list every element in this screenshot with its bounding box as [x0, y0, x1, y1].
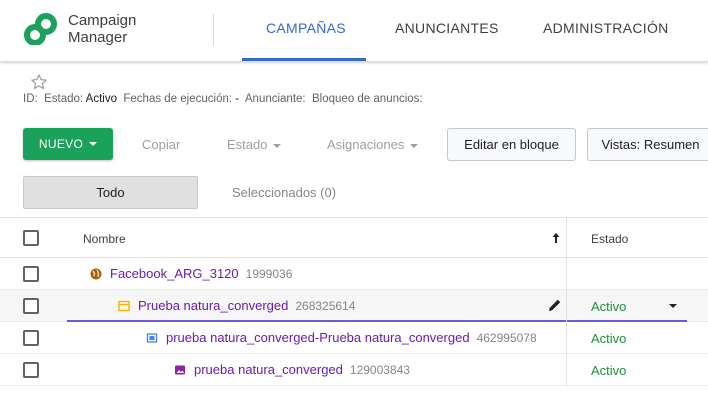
filter-seleccionados-button[interactable]: Seleccionados (0) [232, 185, 336, 200]
row-id: 462995078 [476, 330, 537, 345]
brand-line-2: Manager [68, 29, 128, 46]
row-name[interactable]: Prueba natura_converged [138, 298, 288, 313]
bloqueo-label: Bloqueo de anuncios: [312, 93, 423, 105]
edit-pencil-icon[interactable] [547, 297, 563, 313]
row-checkbox[interactable] [23, 330, 39, 346]
table-row[interactable]: prueba natura_converged 129003843 Activo [0, 354, 708, 386]
nuevo-label: NUEVO [38, 137, 84, 151]
row-checkbox[interactable] [23, 362, 39, 378]
table-row[interactable]: Facebook_ARG_3120 1999036 [0, 258, 708, 290]
asignaciones-menu-button[interactable]: Asignaciones [327, 137, 419, 152]
campaign-table: Nombre Estado Facebook_ARG_3120 1999036 … [0, 217, 708, 387]
editar-en-bloque-button[interactable]: Editar en bloque [447, 128, 576, 161]
campaign-info-bar: ID: Estado: Activo Fechas de ejecución: … [23, 93, 423, 105]
header-divider [213, 14, 214, 46]
vistas-button[interactable]: Vistas: Resumen [587, 128, 708, 161]
star-icon[interactable] [29, 72, 49, 92]
row-name[interactable]: prueba natura_converged-Prueba natura_co… [166, 330, 470, 345]
asignaciones-menu-label: Asignaciones [327, 137, 405, 152]
image-creative-icon [173, 363, 187, 377]
row-name-cell[interactable]: prueba natura_converged 129003843 [173, 362, 410, 377]
column-divider [566, 217, 567, 387]
estado-menu-label: Estado [227, 137, 268, 152]
campaign-folder-icon [117, 299, 131, 313]
estado-value: Activo [85, 93, 117, 105]
fechas-value: - [235, 93, 240, 105]
row-status: Activo [591, 363, 627, 378]
row-id: 1999036 [245, 266, 293, 281]
tab-administracion[interactable]: ADMINISTRACIÓN [543, 20, 669, 36]
row-status: Activo [591, 331, 627, 346]
table-row[interactable]: Prueba natura_converged 268325614 Activo [0, 290, 708, 322]
row-checkbox[interactable] [23, 298, 39, 314]
estado-label: Estado: [44, 93, 84, 105]
app-header: Campaign Manager CAMPAÑAS ANUNCIANTES AD… [0, 0, 708, 62]
row-name[interactable]: Facebook_ARG_3120 [110, 266, 239, 281]
chevron-down-icon [410, 143, 419, 148]
table-row[interactable]: prueba natura_converged-Prueba natura_co… [0, 322, 708, 354]
nuevo-button[interactable]: NUEVO [23, 128, 113, 160]
placement-icon [145, 331, 159, 345]
filter-todo-button[interactable]: Todo [23, 176, 198, 209]
estado-menu-button[interactable]: Estado [227, 137, 282, 152]
copiar-button[interactable]: Copiar [142, 137, 180, 152]
tab-campanas[interactable]: CAMPAÑAS [266, 20, 346, 36]
sort-ascending-icon[interactable] [551, 232, 561, 244]
row-checkbox[interactable] [23, 266, 39, 282]
globe-icon [89, 267, 103, 281]
row-name-cell[interactable]: Prueba natura_converged 268325614 [117, 298, 355, 313]
tab-anunciantes[interactable]: ANUNCIANTES [395, 20, 499, 36]
select-all-checkbox[interactable] [23, 230, 39, 246]
active-tab-indicator [242, 58, 366, 61]
id-label: ID: [23, 93, 38, 105]
chevron-down-icon [89, 142, 98, 146]
row-name-cell[interactable]: Facebook_ARG_3120 1999036 [89, 266, 292, 281]
table-header: Nombre Estado [0, 217, 708, 258]
row-id: 129003843 [349, 362, 410, 377]
brand-name: Campaign Manager [68, 12, 168, 46]
row-name-cell[interactable]: prueba natura_converged-Prueba natura_co… [145, 330, 537, 345]
row-status[interactable]: Activo [591, 299, 626, 314]
campaign-manager-logo-icon[interactable] [24, 13, 58, 45]
chevron-down-icon [273, 143, 282, 148]
column-header-nombre[interactable]: Nombre [83, 232, 126, 246]
fechas-label: Fechas de ejecución: [123, 93, 233, 105]
anunciante-label: Anunciante: [244, 93, 306, 105]
brand-line-1: Campaign [68, 12, 137, 29]
row-name[interactable]: prueba natura_converged [194, 362, 343, 377]
row-id: 268325614 [295, 298, 356, 313]
column-header-estado[interactable]: Estado [591, 232, 628, 246]
status-dropdown-chevron-icon[interactable] [669, 304, 677, 308]
